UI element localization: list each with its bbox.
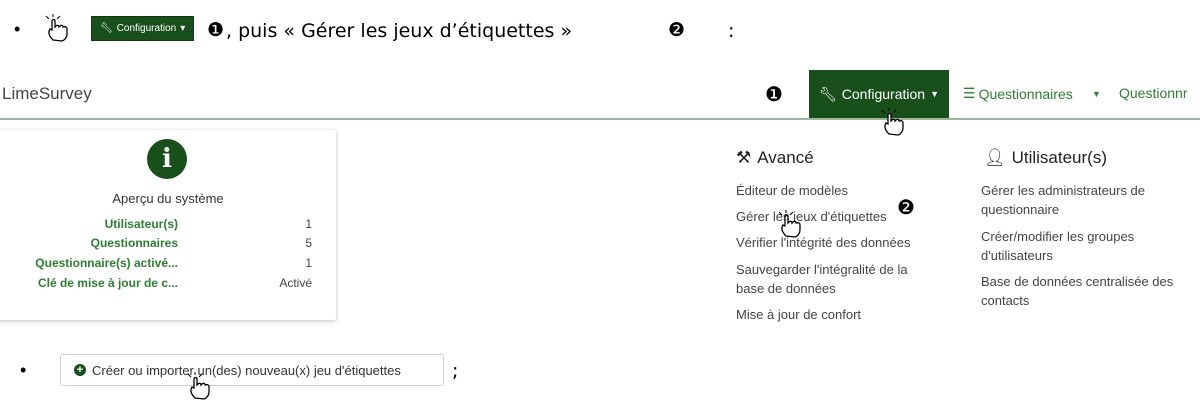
dropdown-step2-marker: ❷ [897, 195, 915, 219]
questionnaires-menu[interactable]: ☰ Questionnaires [963, 85, 1073, 102]
step1-marker: ❶ [207, 19, 225, 41]
create-import-label-set-label: Créer ou importer un(des) nouveau(x) jeu… [92, 362, 401, 378]
system-overview-title: Aperçu du système [112, 191, 224, 206]
questionnaires-label: Questionnaires [978, 85, 1073, 102]
stat-value-update-key: Activé [279, 276, 312, 290]
instruction-bullet: • [14, 19, 21, 39]
caret-down-icon: ▼ [930, 89, 939, 99]
stat-value-questionnaires: 5 [305, 236, 312, 250]
menu-item-user-groups[interactable]: Créer/modifier les groupes d'utilisateur… [981, 227, 1181, 265]
advanced-heading: ⚒ Avancé [736, 148, 814, 168]
instruction-colon: : [728, 20, 735, 42]
hand-click-icon [45, 14, 68, 42]
advanced-heading-label: Avancé [757, 148, 814, 167]
menu-item-manage-label-sets[interactable]: Gérer les jeux d'étiquettes [736, 207, 887, 226]
stat-label-active-questionnaires[interactable]: Questionnaire(s) activé... [0, 256, 178, 270]
menu-item-central-participants[interactable]: Base de données centralisée des contacts [981, 272, 1191, 310]
stat-value-users: 1 [305, 217, 312, 231]
menu-item-comfort-update[interactable]: Mise à jour de confort [736, 305, 861, 324]
stat-label-questionnaires[interactable]: Questionnaires [0, 236, 178, 250]
plus-circle-icon: + [74, 364, 86, 376]
menu-item-template-editor[interactable]: Éditeur de modèles [736, 181, 848, 200]
bottom-semicolon: ; [452, 360, 459, 382]
brand-logo[interactable]: LimeSurvey [2, 84, 92, 104]
menu-item-backup-database[interactable]: Sauvegarder l'intégralité de la base de … [736, 260, 936, 298]
wrench-icon: 🔧︎ [819, 85, 837, 102]
caret-down-icon[interactable]: ▼ [1092, 89, 1101, 99]
stat-label-update-key[interactable]: Clé de mise à jour de c... [0, 276, 178, 290]
configuration-chip-label: Configuration [116, 23, 177, 34]
stat-value-active-questionnaires: 1 [305, 256, 312, 270]
menu-item-check-data-integrity[interactable]: Vérifier l'intégrité des données [736, 233, 910, 252]
caret-down-icon: ▾ [180, 23, 186, 34]
tools-icon: ⚒ [736, 148, 752, 167]
configuration-chip-button[interactable]: 🔧︎ Configuration ▾ [91, 16, 195, 41]
hand-click-icon [187, 372, 210, 400]
step2-marker: ❷ [668, 19, 686, 41]
stat-label-users[interactable]: Utilisateur(s) [0, 217, 178, 231]
hand-click-icon [778, 210, 801, 238]
wrench-icon: 🔧︎ [100, 23, 113, 34]
user-icon: 👤︎ [984, 148, 1006, 167]
configuration-menu-label: Configuration [841, 86, 926, 102]
bottom-bullet: • [20, 360, 27, 380]
menu-item-manage-survey-admins[interactable]: Gérer les administrateurs de questionnai… [981, 181, 1181, 219]
users-heading: 👤︎ Utilisateur(s) [984, 148, 1107, 168]
create-import-label-set-button[interactable]: + Créer ou importer un(des) nouveau(x) j… [60, 354, 444, 386]
hand-click-icon [881, 108, 904, 136]
list-icon: ☰ [963, 85, 976, 101]
instruction-text: , puis « Gérer les jeux d’étiquettes » [226, 20, 573, 42]
questionnaire-link-cut[interactable]: Questionnr [1119, 85, 1187, 101]
info-icon: i [147, 139, 187, 179]
users-heading-label: Utilisateur(s) [1011, 148, 1107, 167]
navbar-step1-marker: ❶ [765, 82, 783, 106]
